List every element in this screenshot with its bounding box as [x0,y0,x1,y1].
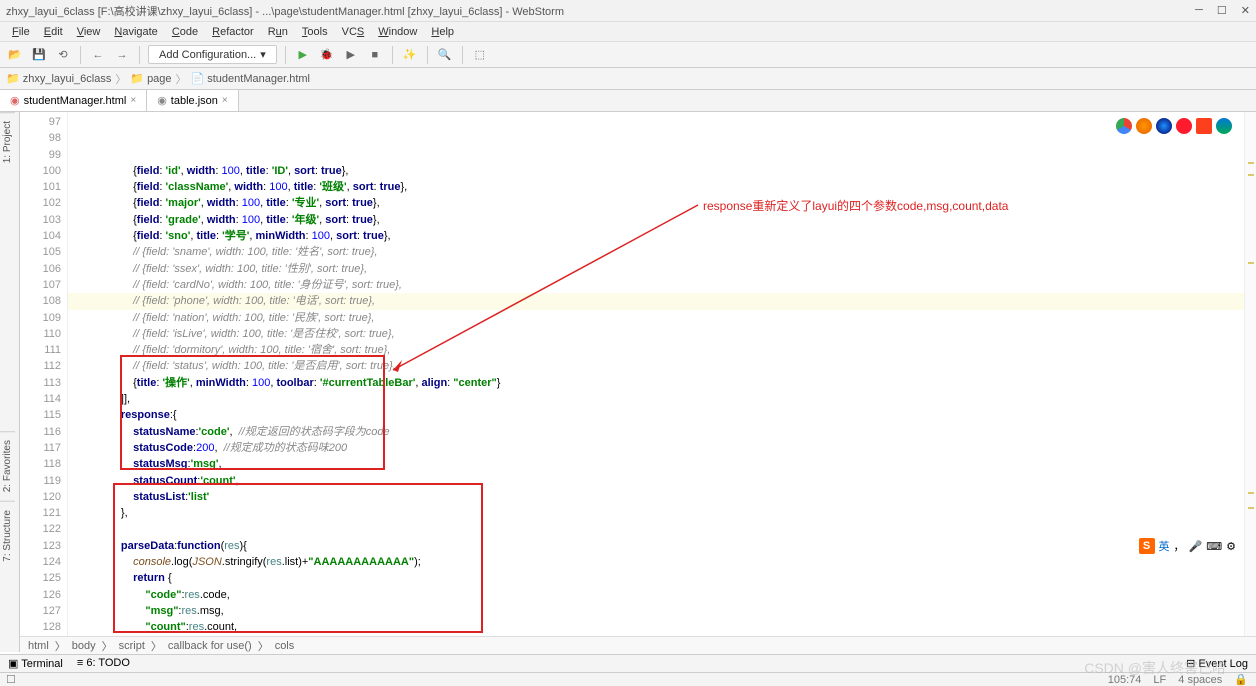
crumb[interactable]: html [28,640,49,652]
menubar: File Edit View Navigate Code Refactor Ru… [0,22,1256,42]
nav-root[interactable]: 📁 zhxy_layui_6class [6,72,111,85]
save-icon[interactable]: 💾 [30,46,48,64]
error-strip[interactable] [1244,112,1256,646]
html-file-icon: ◉ [10,94,20,107]
annotation-text: response重新定义了layui的四个参数code,msg,count,da… [703,198,1008,214]
menu-vcs[interactable]: VCS [336,24,371,40]
menu-edit[interactable]: Edit [38,24,69,40]
crumb[interactable]: cols [275,640,295,652]
menu-run[interactable]: Run [262,24,294,40]
chevron-right-icon: 〉 [115,71,126,87]
ime-panel[interactable]: S 英 ， 🎤 ⌨ ⚙ [1137,536,1238,556]
bottom-toolbar: ▣ Terminal ≡ 6: TODO ⊟ Event Log [0,654,1256,672]
window-controls: ─ ☐ ✕ [1195,4,1250,17]
menu-code[interactable]: Code [166,24,204,40]
watermark: CSDN @害人终害己哈 [1084,658,1226,678]
nav-file[interactable]: 📄 studentManager.html [191,72,310,85]
close-icon[interactable]: ✕ [1241,4,1250,17]
structure-tool[interactable]: 7: Structure [0,501,15,570]
close-tab-icon[interactable]: × [130,95,136,106]
maximize-icon[interactable]: ☐ [1217,4,1227,17]
separator [462,46,463,64]
code-content[interactable]: {field: 'id', width: 100, title: 'ID', s… [68,112,1256,646]
separator [80,46,81,64]
todo-tool[interactable]: ≡ 6: TODO [77,657,130,670]
left-tool-strip: 1: Project 2: Favorites 7: Structure [0,112,20,652]
edge-icon[interactable] [1216,118,1232,134]
yandex-icon[interactable] [1196,118,1212,134]
window-title: zhxy_layui_6class [F:\高校讲课\zhxy_layui_6c… [6,3,564,19]
forward-icon[interactable]: → [113,46,131,64]
chrome-icon[interactable] [1116,118,1132,134]
ime-keyboard-icon[interactable]: ⌨ [1206,540,1222,553]
sogou-icon[interactable]: S [1139,538,1155,554]
ime-lang[interactable]: 英 [1159,538,1170,554]
firefox-icon[interactable] [1136,118,1152,134]
menu-navigate[interactable]: Navigate [108,24,163,40]
menu-tools[interactable]: Tools [296,24,334,40]
menu-file[interactable]: File [6,24,36,40]
opera-icon[interactable] [1176,118,1192,134]
favorites-tool[interactable]: 2: Favorites [0,431,15,500]
menu-refactor[interactable]: Refactor [206,24,260,40]
crumb[interactable]: body [72,640,96,652]
separator [427,46,428,64]
tab-studentmanager[interactable]: ◉ studentManager.html × [0,90,147,111]
browser-icons [1116,118,1232,134]
close-tab-icon[interactable]: × [222,95,228,106]
open-icon[interactable]: 📂 [6,46,24,64]
line-gutter: 9798991001011021031041051061071081091101… [20,112,68,646]
titlebar: zhxy_layui_6class [F:\高校讲课\zhxy_layui_6c… [0,0,1256,22]
crumb[interactable]: callback for use() [168,640,252,652]
add-configuration-button[interactable]: Add Configuration... ▾ [148,45,277,64]
code-editor[interactable]: 9798991001011021031041051061071081091101… [20,112,1256,646]
chevron-right-icon: 〉 [176,71,187,87]
terminal-tool[interactable]: ▣ Terminal [8,657,63,670]
separator [392,46,393,64]
project-tool[interactable]: 1: Project [0,112,15,171]
toolbar: 📂 💾 ⟲ ← → Add Configuration... ▾ ▶ 🐞 ▶ ■… [0,42,1256,68]
nav-breadcrumb: 📁 zhxy_layui_6class 〉 📁 page 〉 📄 student… [0,68,1256,90]
wand-icon[interactable]: ✨ [401,46,419,64]
separator [285,46,286,64]
menu-window[interactable]: Window [372,24,423,40]
structure-icon[interactable]: ⬚ [471,46,489,64]
json-file-icon: ◉ [157,94,167,107]
status-icon[interactable]: ☐ [6,673,16,686]
lock-icon[interactable]: 🔒 [1234,673,1248,686]
debug-icon[interactable]: 🐞 [318,46,336,64]
code-breadcrumb: html〉 body〉 script〉 callback for use()〉 … [20,636,1256,654]
coverage-icon[interactable]: ▶ [342,46,360,64]
separator [139,46,140,64]
ime-mic-icon[interactable]: 🎤 [1189,540,1203,553]
refresh-icon[interactable]: ⟲ [54,46,72,64]
crumb[interactable]: script [119,640,145,652]
back-icon[interactable]: ← [89,46,107,64]
search-icon[interactable]: 🔍 [436,46,454,64]
statusbar: ☐ 105:74 LF 4 spaces 🔒 [0,672,1256,686]
menu-view[interactable]: View [71,24,107,40]
menu-help[interactable]: Help [425,24,460,40]
tab-tablejson[interactable]: ◉ table.json × [147,90,239,111]
stop-icon[interactable]: ■ [366,46,384,64]
minimize-icon[interactable]: ─ [1195,4,1203,17]
run-icon[interactable]: ▶ [294,46,312,64]
nav-folder[interactable]: 📁 page [130,72,171,85]
ime-comma-icon[interactable]: ， [1174,538,1185,554]
safari-icon[interactable] [1156,118,1172,134]
ime-settings-icon[interactable]: ⚙ [1226,540,1236,553]
editor-tabs: ◉ studentManager.html × ◉ table.json × [0,90,1256,112]
